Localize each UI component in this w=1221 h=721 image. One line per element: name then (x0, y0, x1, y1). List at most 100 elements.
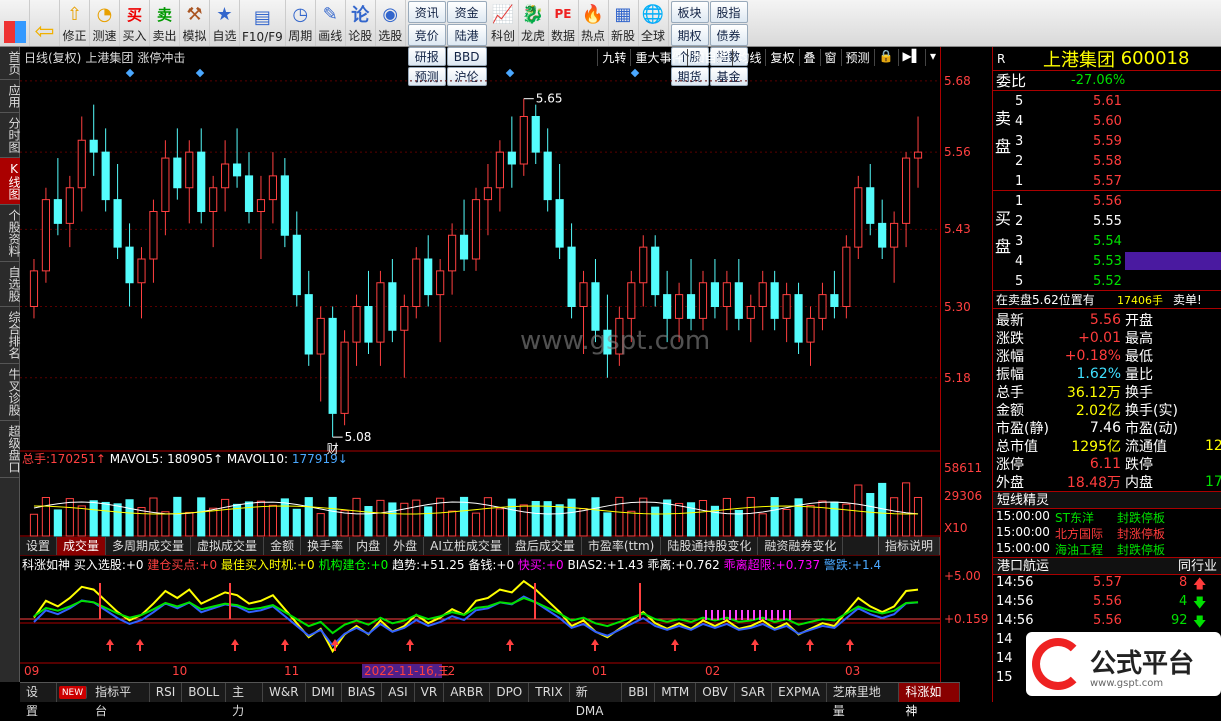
ind-tab-low-volume[interactable]: 芝麻里地量 (827, 683, 900, 718)
toolbar-watchlist-button[interactable]: ★ 自选 (210, 0, 240, 46)
sell-level[interactable]: 5 5.61 (993, 91, 1221, 111)
expand-icon[interactable]: ▶▌ (897, 48, 925, 66)
vol-tab-amount[interactable]: 金额 (264, 537, 302, 555)
ind-tab-kezhangrushen[interactable]: 科涨如神 (899, 683, 960, 718)
nav-timeshare[interactable]: 分时图 (0, 113, 21, 158)
short-term-item[interactable]: 15:00:00 ST东洋 封跌停板 (993, 509, 1221, 525)
toolbar-buy-button[interactable]: 买买入 (120, 0, 150, 46)
toolbar-select-stock-button[interactable]: ◉ 选股 (376, 0, 406, 46)
toolbar-bonds-button[interactable]: 债券 (709, 24, 748, 46)
vol-tab-inner[interactable]: 内盘 (350, 537, 388, 555)
toolbar-speed-button[interactable]: ◔ 测速 (90, 0, 120, 46)
toolbar-fix-button[interactable]: ⇧ 修正 (60, 0, 90, 46)
ind-tab-platform[interactable]: 指标平台 (89, 683, 150, 718)
toolbar-index-futures-button[interactable]: 股指 (709, 1, 748, 23)
ind-tab-bias[interactable]: BIAS (342, 683, 383, 702)
toolbar-windows-button[interactable] (0, 0, 30, 46)
chart-area[interactable]: 5.65 5.08 财总手:170251↑ MAVOL5: 180905↑ MAVO… (20, 47, 940, 683)
toolbar-simulate-button[interactable]: ⚒ 模拟 (180, 0, 210, 46)
toolbar-funds-button[interactable]: 资金 (446, 1, 487, 23)
adjust-button[interactable]: 复权 (765, 48, 798, 66)
toolbar-dragon-button[interactable]: 🐉 龙虎 (519, 0, 549, 46)
nav-ranking[interactable]: 综合排名 (0, 307, 21, 364)
buy-level[interactable]: 3 5.54 (993, 231, 1221, 251)
vol-tab-volume[interactable]: 成交量 (57, 537, 107, 555)
sell-level[interactable]: 3 5.59 (993, 131, 1221, 151)
ind-tab-dmi[interactable]: DMI (306, 683, 342, 702)
buy-level[interactable]: 4 5.53 (993, 251, 1221, 271)
sell-level[interactable]: 1 5.57 (993, 171, 1221, 191)
toolbar-sell-button[interactable]: 卖卖出 (150, 0, 180, 46)
vol-tab-turnover[interactable]: 换手率 (301, 537, 351, 555)
toolbar-hk-connect-button[interactable]: 陆港 (446, 24, 487, 46)
nav-super-quote[interactable]: 超级盘口 (0, 421, 21, 478)
ind-tab-bbi[interactable]: BBI (622, 683, 656, 702)
toolbar-f10-button[interactable]: ▤ F10/F9 (240, 0, 286, 46)
toolbar-auction-button[interactable]: 竞价 (407, 24, 446, 46)
nav-stock-info[interactable]: 个股资料 (0, 205, 21, 262)
toolbar-options-button[interactable]: 期权 (670, 24, 709, 46)
ind-tab-main[interactable]: 主力 (226, 683, 263, 718)
toolbar-data-button[interactable]: PE 数据 (549, 0, 579, 46)
ind-tab-vr[interactable]: VR (415, 683, 445, 702)
toolbar-draw-button[interactable]: ✎ 画线 (316, 0, 346, 46)
volume-bar (663, 499, 672, 537)
indicator-explain-button[interactable]: 指标说明 (877, 537, 940, 555)
window-button[interactable]: 窗 (819, 48, 841, 66)
ind-tab-dpo[interactable]: DPO (490, 683, 530, 702)
vol-tab-multi-period[interactable]: 多周期成交量 (106, 537, 192, 555)
overlay-button[interactable]: 叠 (798, 48, 820, 66)
kline-chart[interactable]: 5.655.08财总手:170251↑ MAVOL5: 180905↑ MAVO… (20, 47, 940, 683)
toolbar-sector-button[interactable]: 板块 (670, 1, 709, 23)
nav-home[interactable]: 首页 (0, 47, 21, 80)
vol-tab-settings[interactable]: 设置 (20, 537, 58, 555)
short-term-title[interactable]: 短线精灵 (993, 491, 1221, 509)
dropdown-icon[interactable]: ▾ (924, 48, 940, 66)
nav-apps[interactable]: 应用 (0, 80, 21, 113)
ind-tab-asi[interactable]: ASI (382, 683, 415, 702)
nav-watchlist[interactable]: 自选股 (0, 262, 21, 307)
add-watchlist-button[interactable]: 加自选 (687, 48, 732, 66)
ind-tab-arbr[interactable]: ARBR (444, 683, 491, 702)
ind-tab-obv[interactable]: OBV (696, 683, 735, 702)
vol-tab-after-hours[interactable]: 盘后成交量 (509, 537, 582, 555)
toolbar-global-button[interactable]: 🌐 全球 (639, 0, 669, 46)
buy-level[interactable]: 2 5.55 (993, 211, 1221, 231)
lock-icon[interactable]: 🔒 (873, 48, 898, 66)
short-term-item[interactable]: 15:00:00 北方国际 封涨停板 (993, 525, 1221, 541)
predict-button[interactable]: 预测 (840, 48, 874, 66)
vol-tab-pe[interactable]: 市盈率(ttm) (582, 537, 662, 555)
ind-tab-sar[interactable]: SAR (735, 683, 773, 702)
nav-diagnosis[interactable]: 牛叉诊股 (0, 364, 21, 421)
vol-tab-virtual[interactable]: 虚拟成交量 (191, 537, 265, 555)
toolbar-hot-button[interactable]: 🔥 热点 (579, 0, 609, 46)
toolbar-ipo-button[interactable]: ▦ 新股 (609, 0, 639, 46)
ind-tab-mtm[interactable]: MTM (655, 683, 697, 702)
buy-level[interactable]: 5 5.52 (993, 271, 1221, 291)
vol-tab-hk-holding[interactable]: 陆股通持股变化 (661, 537, 759, 555)
sell-level[interactable]: 2 5.58 (993, 151, 1221, 171)
ind-tab-settings[interactable]: 设置 (20, 683, 57, 718)
port-section-title[interactable]: 港口航运 同行业 (993, 557, 1221, 575)
nine-turn-button[interactable]: 九转 (597, 48, 630, 66)
vol-tab-outer[interactable]: 外盘 (387, 537, 425, 555)
nav-kline[interactable]: K线图 (0, 158, 21, 205)
ind-tab-boll[interactable]: BOLL (182, 683, 227, 702)
sell-level[interactable]: 4 5.60 (993, 111, 1221, 131)
vol-tab-ai[interactable]: AI立桩成交量 (424, 537, 509, 555)
toolbar-news-button[interactable]: 资讯 (407, 1, 446, 23)
vol-tab-margin[interactable]: 融资融券变化 (758, 537, 844, 555)
major-events-button[interactable]: 重大事件 (630, 48, 687, 66)
toolbar-discuss-button[interactable]: 论论股 (346, 0, 376, 46)
ind-tab-rsi[interactable]: RSI (150, 683, 183, 702)
ind-tab-trix[interactable]: TRIX (529, 683, 570, 702)
ind-tab-dma[interactable]: 新DMA (570, 683, 623, 718)
ind-tab-expma[interactable]: EXPMA (772, 683, 827, 702)
toolbar-period-button[interactable]: ◷ 周期 (286, 0, 316, 46)
short-term-item[interactable]: 15:00:00 海油工程 封跌停板 (993, 541, 1221, 557)
ind-tab-wr[interactable]: W&R (263, 683, 306, 702)
toolbar-star-market-button[interactable]: 📈 科创 (489, 0, 519, 46)
toolbar-back-button[interactable]: ⇦ (30, 0, 60, 46)
ma-button[interactable]: 均线 (732, 48, 765, 66)
buy-level[interactable]: 1 5.56 (993, 191, 1221, 211)
